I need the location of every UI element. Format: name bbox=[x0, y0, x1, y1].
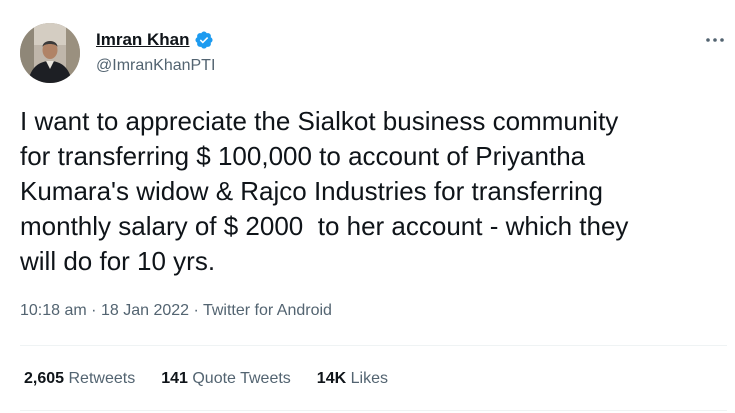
author-name-row: Imran Khan bbox=[96, 30, 215, 50]
likes-count: 14K bbox=[316, 370, 347, 387]
author-info: Imran Khan @ImranKhanPTI bbox=[96, 30, 215, 76]
likes-label: Likes bbox=[350, 370, 388, 387]
tweet-text: I want to appreciate the Sialkot busines… bbox=[20, 106, 629, 276]
tweet-time[interactable]: 10:18 am bbox=[20, 302, 87, 319]
tweet-source[interactable]: Twitter for Android bbox=[203, 302, 332, 319]
retweets-label: Retweets bbox=[68, 370, 136, 387]
likes-stat[interactable]: 14K Likes bbox=[317, 368, 388, 390]
quote-tweets-count: 141 bbox=[161, 370, 188, 387]
retweets-count: 2,605 bbox=[24, 370, 65, 387]
avatar[interactable] bbox=[20, 23, 80, 83]
author-handle[interactable]: @ImranKhanPTI bbox=[96, 56, 215, 76]
tweet-metadata: 10:18 am · 18 Jan 2022 · Twitter for And… bbox=[20, 299, 332, 323]
retweets-stat[interactable]: 2,605 Retweets bbox=[24, 368, 135, 390]
quote-tweets-label: Quote Tweets bbox=[192, 370, 291, 387]
author-display-name[interactable]: Imran Khan bbox=[96, 30, 190, 50]
tweet-card: Imran Khan @ImranKhanPTI I want to appre… bbox=[0, 0, 735, 413]
divider bbox=[20, 345, 727, 346]
engagement-stats: 2,605 Retweets 141 Quote Tweets 14K Like… bbox=[24, 368, 414, 390]
more-options-button[interactable] bbox=[703, 28, 727, 52]
verified-badge-icon bbox=[194, 31, 213, 49]
tweet-date[interactable]: 18 Jan 2022 bbox=[101, 302, 189, 319]
meta-separator: · bbox=[91, 302, 97, 319]
avatar-image bbox=[20, 23, 80, 83]
divider bbox=[20, 410, 727, 411]
quote-tweets-stat[interactable]: 141 Quote Tweets bbox=[161, 368, 291, 390]
meta-separator: · bbox=[193, 302, 199, 319]
more-options-icon bbox=[706, 38, 724, 42]
